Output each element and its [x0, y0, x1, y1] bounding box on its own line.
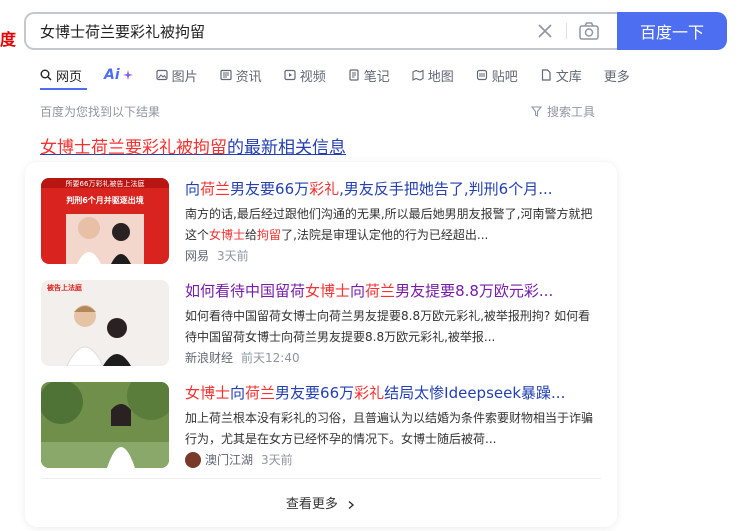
- search-box-divider: [566, 23, 567, 39]
- tab-more-label: 更多: [603, 69, 630, 85]
- active-tab-underline: [40, 88, 87, 90]
- title-seg: 男友要66万: [230, 180, 310, 198]
- tab-ai-label: Ai: [104, 67, 120, 83]
- tab-web[interactable]: 网页: [40, 66, 82, 85]
- news-item-meta: 澳门江湖 3天前: [185, 451, 293, 468]
- news-time: 3天前: [261, 453, 293, 467]
- search-tools-label: 搜索工具: [547, 105, 596, 119]
- news-source[interactable]: 新浪财经: [185, 349, 233, 366]
- title-seg: 男友要66万: [275, 384, 355, 402]
- baidu-logo-fragment[interactable]: 度: [0, 26, 16, 50]
- news-thumbnail[interactable]: [41, 382, 169, 468]
- news-source[interactable]: 澳门江湖: [205, 451, 253, 468]
- tab-wenku-label: 文库: [555, 69, 582, 85]
- news-item-title[interactable]: 如何看待中国留荷女博士向荷兰男友提要8.8万欧元彩...: [185, 280, 601, 301]
- news-heading-suffix: 的最新相关信息: [227, 138, 346, 158]
- thumbnail-image: 所要66万彩礼被告上法庭 判刑6个月并驱逐出境: [41, 178, 169, 264]
- news-card: 所要66万彩礼被告上法庭 判刑6个月并驱逐出境 向荷兰男友要66万彩礼,男友反手…: [25, 162, 617, 527]
- news-item-snippet: 南方的话,最后经过跟他们沟通的无果,所以最后她男朋友报警了,河南警方就把这个女博…: [185, 204, 601, 246]
- title-highlight: 彩礼: [354, 384, 385, 402]
- snippet-seg: 给: [245, 228, 258, 242]
- snippet-highlight: 拘留: [257, 228, 282, 242]
- chevron-right-icon: [348, 500, 355, 509]
- title-seg: 向: [350, 282, 366, 300]
- title-highlight: 荷兰: [365, 282, 396, 300]
- ai-sparkle-icon: [122, 70, 133, 80]
- news-item: 女博士向荷兰男友要66万彩礼结局太惨Ideepseek暴躁... 加上荷兰根本没…: [41, 382, 601, 472]
- search-input[interactable]: [40, 14, 520, 48]
- thumbnail-image: [41, 382, 169, 468]
- tab-video[interactable]: 视频: [284, 66, 326, 85]
- news-time: 3天前: [217, 249, 249, 263]
- tab-ai[interactable]: Ai: [104, 67, 134, 83]
- search-tabs: 网页 Ai 图片 资讯 视频 笔记 地图 贴吧 文库 更多: [40, 64, 652, 86]
- news-thumbnail[interactable]: 被告上法庭: [41, 280, 169, 366]
- title-highlight: 女博士: [185, 384, 231, 402]
- tab-video-label: 视频: [299, 69, 326, 85]
- doc-icon: [541, 69, 551, 81]
- camera-icon[interactable]: [578, 20, 600, 42]
- news-icon: [220, 69, 232, 81]
- snippet-seg: 了,法院是审理认定他的行为已经超出...: [281, 228, 489, 242]
- search-box[interactable]: [24, 12, 618, 50]
- news-item: 所要66万彩礼被告上法庭 判刑6个月并驱逐出境 向荷兰男友要66万彩礼,男友反手…: [41, 178, 601, 268]
- tab-more[interactable]: 更多: [604, 66, 630, 85]
- news-heading-link[interactable]: 女博士荷兰要彩礼被拘留的最新相关信息: [40, 133, 346, 158]
- tab-notes[interactable]: 笔记: [348, 66, 390, 85]
- news-item-title[interactable]: 女博士向荷兰男友要66万彩礼结局太惨Ideepseek暴躁...: [185, 382, 601, 403]
- news-thumbnail[interactable]: 所要66万彩礼被告上法庭 判刑6个月并驱逐出境: [41, 178, 169, 264]
- note-icon: [349, 69, 359, 81]
- result-count: 百度为您找到以下结果: [40, 105, 161, 119]
- filter-icon: [531, 106, 542, 117]
- thumbnail-image: 被告上法庭: [41, 280, 169, 366]
- video-icon: [284, 69, 296, 81]
- map-icon: [412, 69, 424, 81]
- snippet-highlight: 女博士: [209, 228, 246, 242]
- card-divider: [41, 478, 601, 479]
- title-seg: 男友提要8.8万欧元彩...: [395, 282, 554, 300]
- tab-tieba[interactable]: 贴吧: [476, 66, 518, 85]
- news-heading-query: 女博士荷兰要彩礼被拘留: [40, 138, 227, 158]
- search-tools[interactable]: 搜索工具: [531, 103, 595, 120]
- tab-web-label: 网页: [56, 69, 83, 85]
- news-time: 前天12:40: [241, 351, 300, 365]
- title-highlight: 彩礼: [309, 180, 340, 198]
- tab-images-label: 图片: [171, 69, 198, 85]
- tab-tieba-label: 贴吧: [491, 69, 518, 85]
- search-icon: [40, 69, 52, 81]
- news-item: 被告上法庭 如何看待中国留荷女博士向荷兰男友提要8.8万欧元彩... 如何看待中…: [41, 280, 601, 370]
- news-source[interactable]: 网易: [185, 247, 209, 264]
- tab-news-label: 资讯: [235, 69, 262, 85]
- see-more-link[interactable]: 查看更多: [25, 493, 617, 512]
- avatar: [185, 451, 201, 468]
- news-item-meta: 新浪财经 前天12:40: [185, 349, 300, 366]
- title-highlight: 女博士: [305, 282, 351, 300]
- search-button[interactable]: 百度一下: [617, 12, 727, 50]
- thumb-caption-1: 所要66万彩礼被告上法庭: [66, 179, 145, 188]
- tab-images[interactable]: 图片: [156, 66, 198, 85]
- tab-map-label: 地图: [427, 69, 454, 85]
- news-item-title[interactable]: 向荷兰男友要66万彩礼,男友反手把她告了,判刑6个月...: [185, 178, 601, 199]
- title-highlight: 荷兰: [200, 180, 231, 198]
- title-seg: 结局太惨Ideepseek暴躁...: [384, 384, 566, 402]
- thumb-caption-1: 被告上法庭: [47, 283, 83, 292]
- tieba-icon: [476, 69, 487, 81]
- title-seg: 如何看待中国留荷: [185, 282, 306, 300]
- title-seg: ,男友反手把她告了,判刑6个月...: [339, 180, 553, 198]
- news-item-snippet: 如何看待中国留荷女博士向荷兰男友提要8.8万欧元彩礼,被举报刑拘? 如何看待中国…: [185, 309, 591, 344]
- see-more-label: 查看更多: [285, 497, 338, 512]
- thumb-caption-2: 判刑6个月并驱逐出境: [66, 195, 144, 205]
- title-highlight: 荷兰: [245, 384, 276, 402]
- title-seg: 向: [185, 180, 201, 198]
- tab-notes-label: 笔记: [363, 69, 390, 85]
- tab-news[interactable]: 资讯: [220, 66, 262, 85]
- tab-wenku[interactable]: 文库: [540, 66, 582, 85]
- tab-map[interactable]: 地图: [412, 66, 454, 85]
- news-item-snippet: 加上荷兰根本没有彩礼的习俗，且普遍认为以结婚为条件索要财物相当于诈骗行为，尤其是…: [185, 411, 594, 446]
- image-icon: [156, 69, 168, 81]
- news-item-meta: 网易 3天前: [185, 247, 249, 264]
- close-icon[interactable]: [536, 22, 554, 40]
- title-seg: 向: [230, 384, 246, 402]
